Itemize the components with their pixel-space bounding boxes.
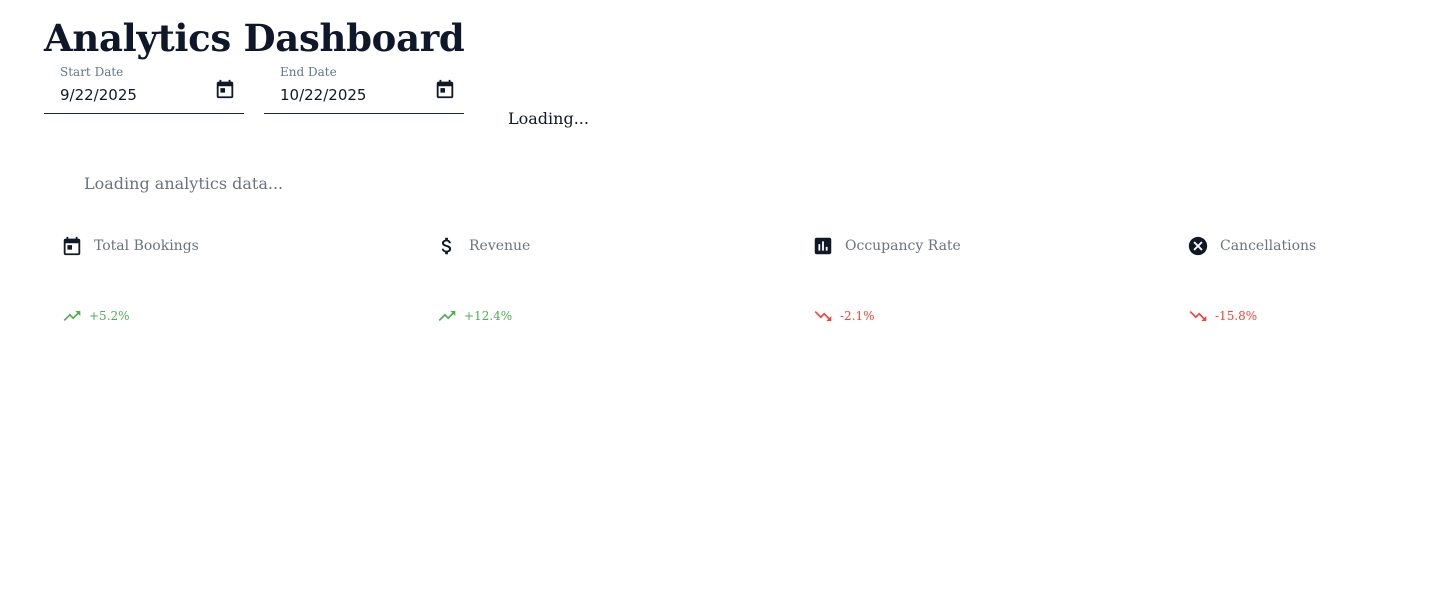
end-date-field[interactable]: End Date xyxy=(264,62,464,114)
bar-chart-icon xyxy=(812,235,836,259)
metric-change-value: +5.2% xyxy=(89,309,130,323)
analytics-loading-message: Loading analytics data... xyxy=(84,174,284,193)
metric-change-value: +12.4% xyxy=(464,309,513,323)
metric-label: Cancellations xyxy=(1220,238,1317,254)
metric-change-value: -2.1% xyxy=(840,309,875,323)
end-date-input[interactable] xyxy=(280,86,420,104)
calendar-icon xyxy=(61,235,85,259)
metric-change-value: -15.8% xyxy=(1215,309,1258,323)
trending-down-icon xyxy=(812,306,834,326)
page-title: Analytics Dashboard xyxy=(44,16,465,60)
filter-loading-status: Loading... xyxy=(508,109,589,128)
analytics-dashboard-page: Analytics Dashboard Start Date End Date … xyxy=(0,0,1441,591)
metric-label: Total Bookings xyxy=(94,238,199,254)
cancel-circle-icon xyxy=(1187,235,1211,259)
end-date-label: End Date xyxy=(280,65,337,79)
metric-card-total-bookings: Total Bookings +5.2% xyxy=(61,234,401,334)
metric-card-revenue: Revenue +12.4% xyxy=(436,234,776,334)
start-date-label: Start Date xyxy=(60,65,124,79)
trending-down-icon xyxy=(1187,306,1209,326)
dollar-icon xyxy=(436,235,460,259)
trending-up-icon xyxy=(436,306,458,326)
trending-up-icon xyxy=(61,306,83,326)
end-date-calendar-icon[interactable] xyxy=(434,78,456,100)
metric-card-cancellations: Cancellations -15.8% xyxy=(1187,234,1441,334)
start-date-calendar-icon[interactable] xyxy=(214,78,236,100)
metric-label: Occupancy Rate xyxy=(845,238,961,254)
start-date-input[interactable] xyxy=(60,86,200,104)
metric-card-occupancy-rate: Occupancy Rate -2.1% xyxy=(812,234,1152,334)
metric-label: Revenue xyxy=(469,238,531,254)
start-date-field[interactable]: Start Date xyxy=(44,62,244,114)
